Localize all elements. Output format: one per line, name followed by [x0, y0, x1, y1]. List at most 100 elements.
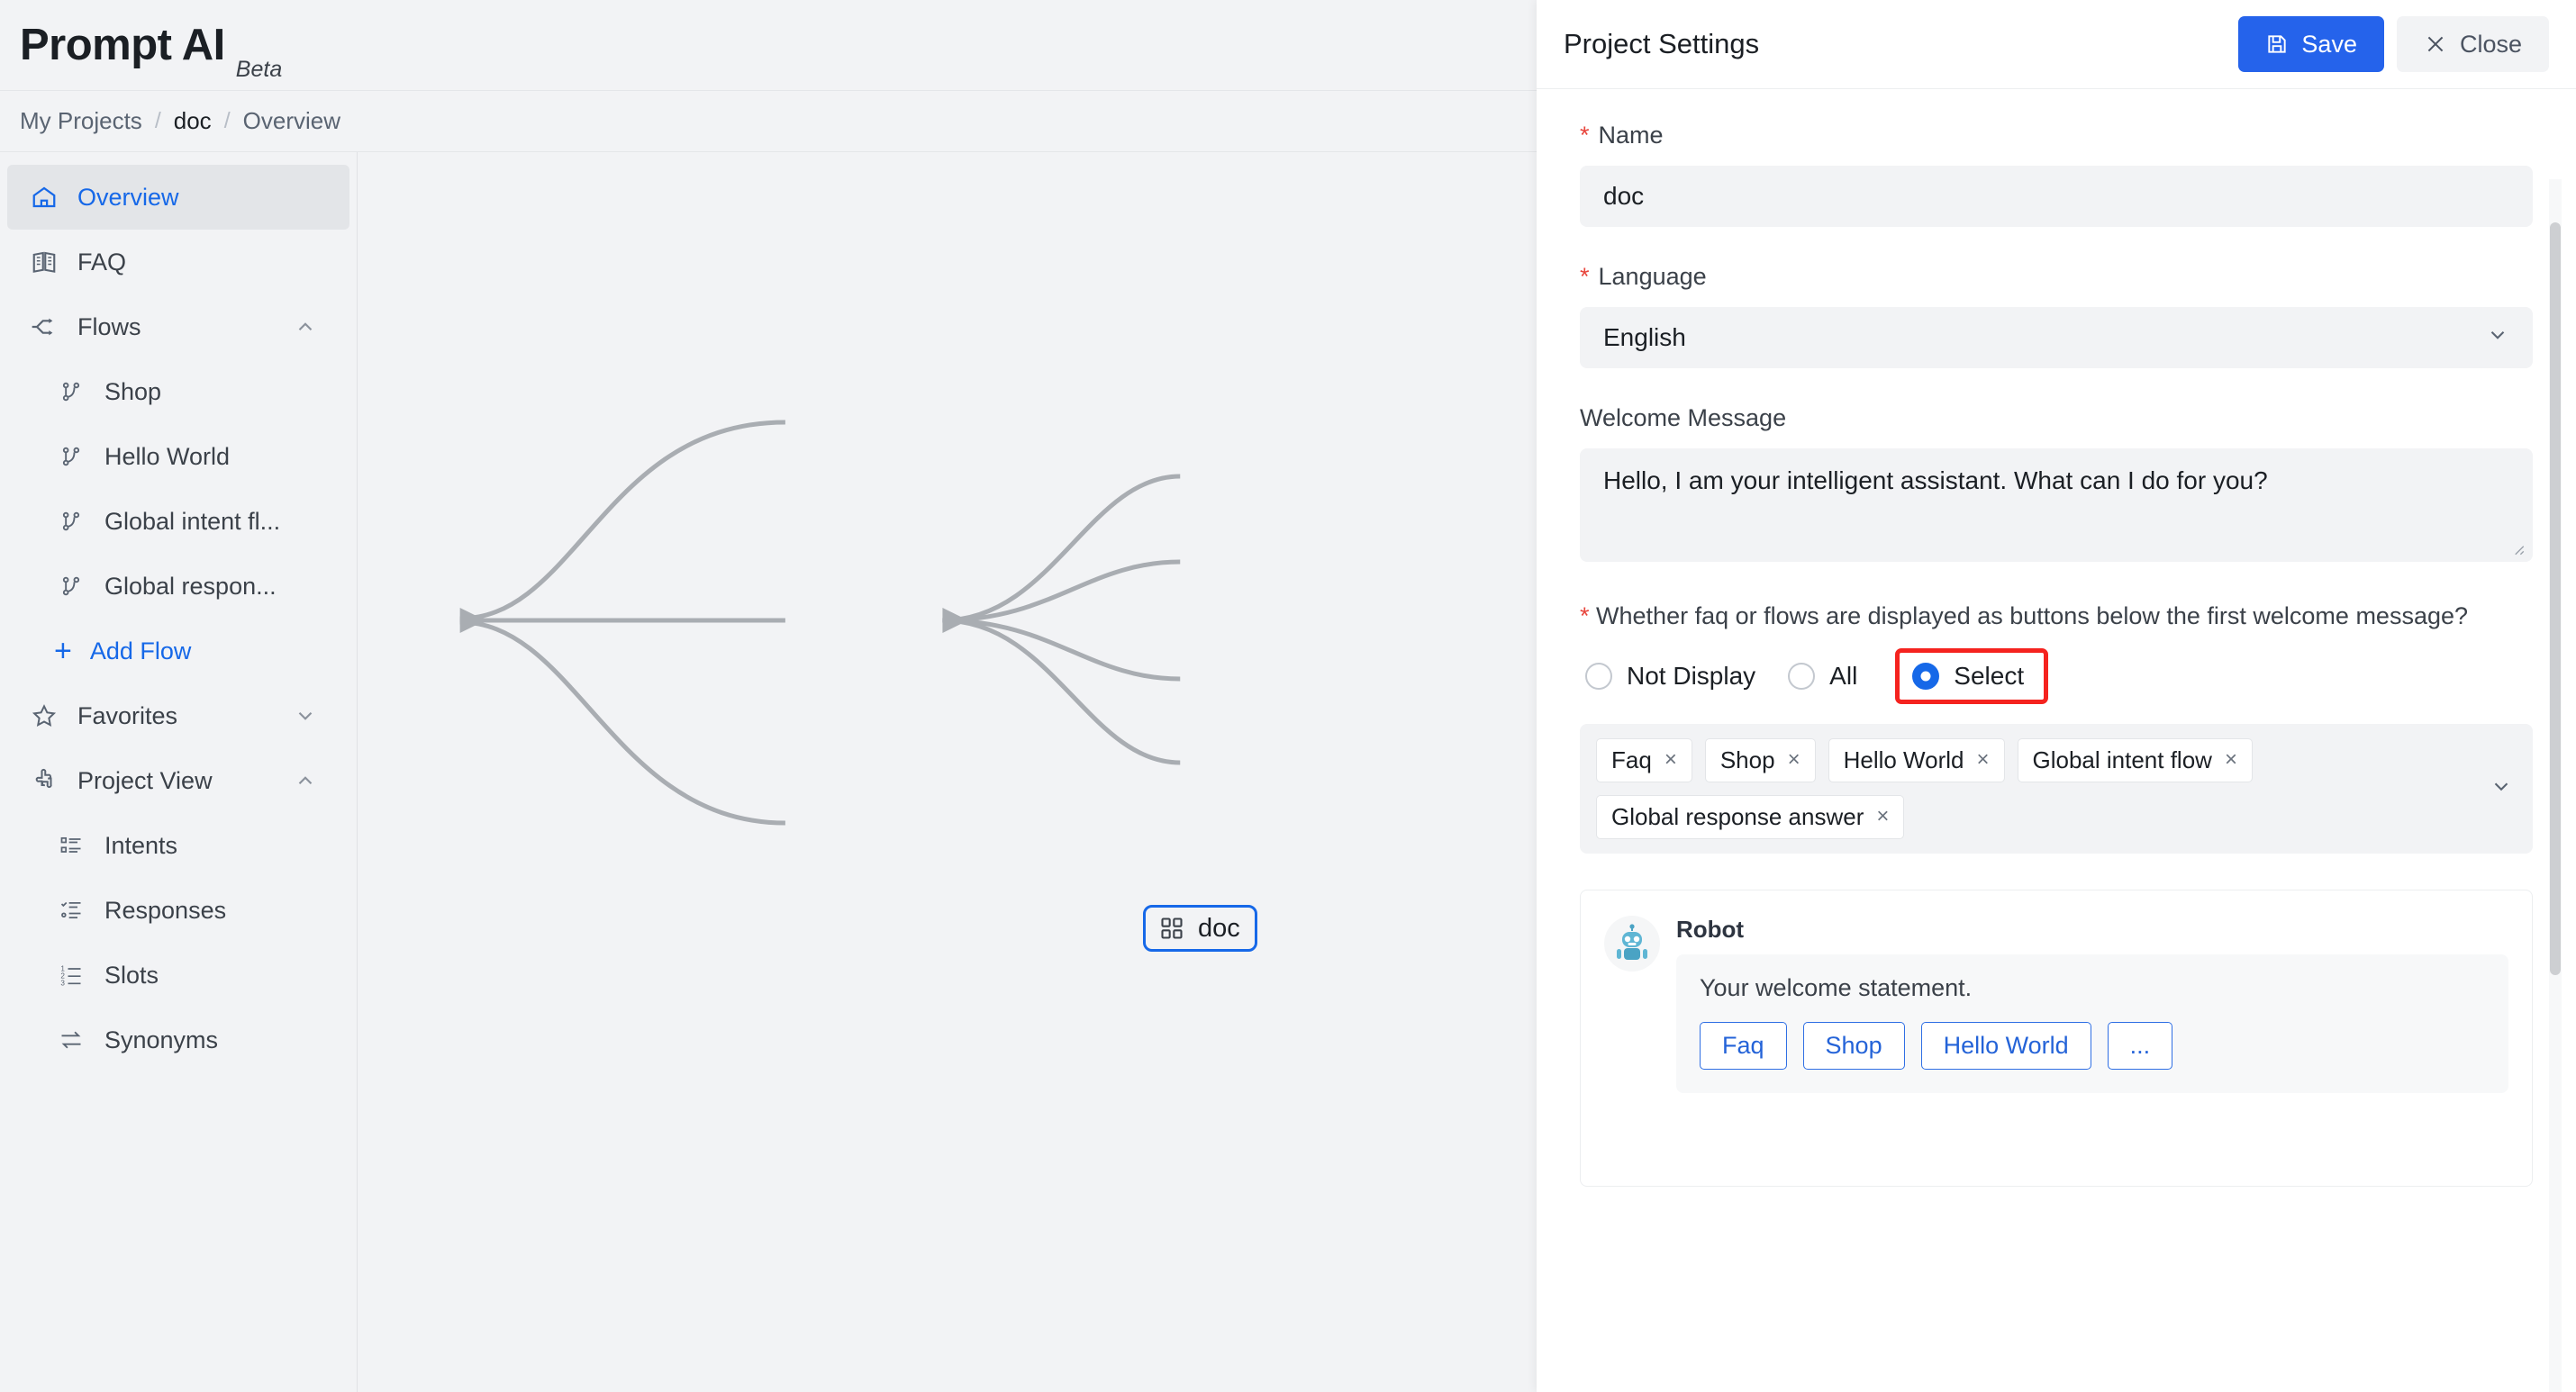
add-flow-label: Add Flow: [89, 637, 192, 664]
robot-avatar-icon: [1604, 915, 1660, 972]
mindmap-canvas[interactable]: doc 1 2 3 FAQ: [357, 152, 1537, 1392]
sidebar-item-label: Hello World: [104, 442, 231, 470]
close-icon[interactable]: ×: [1788, 747, 1800, 773]
sidebar-item-intents[interactable]: Intents: [0, 813, 357, 878]
sidebar-item-slots[interactable]: 1 2 3 Slots: [0, 943, 357, 1008]
slots-icon: 1 2 3: [56, 960, 86, 990]
close-icon[interactable]: ×: [1976, 747, 1989, 773]
tag-hello-world[interactable]: Hello World ×: [1828, 737, 2005, 782]
sidebar-item-label: Shop: [104, 377, 162, 405]
breadcrumb-item-overview[interactable]: Overview: [243, 107, 340, 135]
radio-not-display[interactable]: Not Display: [1580, 651, 1782, 701]
sidebar-item-hello-world[interactable]: Hello World: [0, 424, 357, 489]
preview-button-shop[interactable]: Shop: [1802, 1021, 1905, 1070]
radio-select[interactable]: Select: [1907, 656, 2031, 696]
sidebar-group-project-view[interactable]: Project View: [0, 748, 357, 813]
save-label: Save: [2301, 30, 2357, 58]
sidebar-item-overview[interactable]: Overview: [7, 165, 349, 230]
flows-icon: [29, 312, 59, 342]
name-value: doc: [1603, 182, 1645, 210]
left-region: Prompt AI Beta My Projects / doc / Overv…: [0, 0, 1537, 1392]
close-button[interactable]: Close: [2396, 16, 2549, 72]
sidebar-item-global-response[interactable]: Global respon...: [0, 554, 357, 619]
radio-all[interactable]: All: [1782, 651, 1884, 701]
chevron-down-icon[interactable]: [292, 702, 319, 729]
close-icon[interactable]: ×: [2225, 747, 2237, 773]
chevron-down-icon[interactable]: [2490, 774, 2513, 802]
tag-global-response-answer[interactable]: Global response answer ×: [1596, 794, 1905, 839]
name-input[interactable]: doc: [1580, 166, 2533, 227]
robot-name: Robot: [1676, 915, 1745, 943]
app-header: Prompt AI Beta: [0, 0, 1537, 91]
field-welcome-message: Welcome Message Hello, I am your intelli…: [1580, 404, 2533, 562]
preview-buttons: Faq Shop Hello World ...: [1700, 1021, 2485, 1070]
sidebar-item-label: Responses: [104, 896, 227, 924]
preview-message: Your welcome statement.: [1700, 973, 1973, 1001]
field-display-mode: * Whether faq or flows are displayed as …: [1580, 598, 2533, 854]
sidebar-item-shop[interactable]: Shop: [0, 359, 357, 424]
save-button[interactable]: Save: [2238, 16, 2384, 72]
branch-icon: [56, 571, 86, 601]
save-icon: [2265, 32, 2289, 56]
panel-header: Project Settings Save Close: [1537, 0, 2576, 89]
resize-handle-icon[interactable]: [2509, 540, 2527, 558]
welcome-label: Welcome Message: [1580, 404, 2533, 432]
preview-button-hello-world[interactable]: Hello World: [1920, 1021, 2091, 1070]
welcome-value: Hello, I am your intelligent assistant. …: [1603, 466, 2268, 494]
sidebar-item-flows[interactable]: Flows: [0, 294, 357, 359]
page-title: Prompt AI: [20, 21, 225, 69]
name-label-text: Name: [1598, 122, 1664, 149]
tag-label: Global response answer: [1611, 802, 1864, 830]
tag-list: Faq × Shop × Hello World × Global intent…: [1596, 737, 2517, 839]
grid-icon: [1156, 913, 1187, 944]
sidebar-item-global-intent-flow[interactable]: Global intent fl...: [0, 489, 357, 554]
sidebar-item-label: Intents: [104, 831, 178, 859]
tag-faq[interactable]: Faq ×: [1596, 737, 1692, 782]
tag-shop[interactable]: Shop ×: [1704, 737, 1816, 782]
breadcrumb-item-my-projects[interactable]: My Projects: [20, 107, 142, 135]
close-icon: [2424, 32, 2447, 56]
sidebar-group-favorites[interactable]: Favorites: [0, 683, 357, 748]
welcome-textarea[interactable]: Hello, I am your intelligent assistant. …: [1580, 448, 2533, 562]
field-name: * Name doc: [1580, 122, 2533, 227]
project-settings-panel: Project Settings Save Close * Name doc *…: [1537, 0, 2576, 1392]
preview-button-faq[interactable]: Faq: [1700, 1021, 1787, 1070]
radio-select-highlight: Select: [1895, 647, 2049, 704]
panel-scrollbar-thumb[interactable]: [2550, 222, 2561, 975]
radio-dot: [1788, 662, 1816, 690]
tag-global-intent-flow[interactable]: Global intent flow ×: [2017, 737, 2253, 782]
plus-icon: +: [54, 634, 72, 668]
close-label: Close: [2459, 30, 2522, 58]
sidebar-item-label: Global intent fl...: [104, 507, 281, 535]
svg-text:3: 3: [60, 980, 65, 988]
selected-items-multiselect[interactable]: Faq × Shop × Hello World × Global intent…: [1580, 723, 2533, 854]
robot-message-row: Robot Your welcome statement. Faq Shop H…: [1604, 915, 2508, 1093]
responses-icon: [56, 895, 86, 926]
mindmap-node-root[interactable]: doc: [1143, 905, 1257, 952]
sidebar: Overview FAQ Flows Shop Hello World Glob…: [0, 152, 357, 1392]
radio-label: Not Display: [1627, 661, 1756, 690]
sidebar-item-label: Slots: [104, 961, 159, 989]
language-value: English: [1603, 323, 1686, 351]
breadcrumb: My Projects / doc / Overview: [0, 91, 1537, 152]
language-select[interactable]: English: [1580, 307, 2533, 368]
breadcrumb-item-doc[interactable]: doc: [174, 107, 212, 135]
branch-icon: [56, 441, 86, 472]
required-marker: *: [1580, 263, 1590, 290]
close-icon[interactable]: ×: [1664, 747, 1677, 773]
radio-dot-selected: [1912, 662, 1940, 690]
sidebar-item-responses[interactable]: Responses: [0, 878, 357, 943]
add-flow-button[interactable]: + Add Flow: [0, 619, 357, 683]
close-icon[interactable]: ×: [1876, 804, 1889, 829]
display-question-label: * Whether faq or flows are displayed as …: [1580, 598, 2533, 636]
sidebar-item-synonyms[interactable]: Synonyms: [0, 1008, 357, 1072]
chevron-up-icon[interactable]: [292, 313, 319, 340]
chevron-up-icon[interactable]: [292, 767, 319, 794]
radio-dot: [1585, 662, 1612, 690]
preview-button-more[interactable]: ...: [2107, 1021, 2173, 1070]
branch-icon: [56, 376, 86, 407]
left-body: Overview FAQ Flows Shop Hello World Glob…: [0, 152, 1537, 1392]
synonyms-icon: [56, 1025, 86, 1055]
chevron-down-icon: [2486, 323, 2509, 353]
sidebar-item-faq[interactable]: FAQ: [0, 230, 357, 294]
